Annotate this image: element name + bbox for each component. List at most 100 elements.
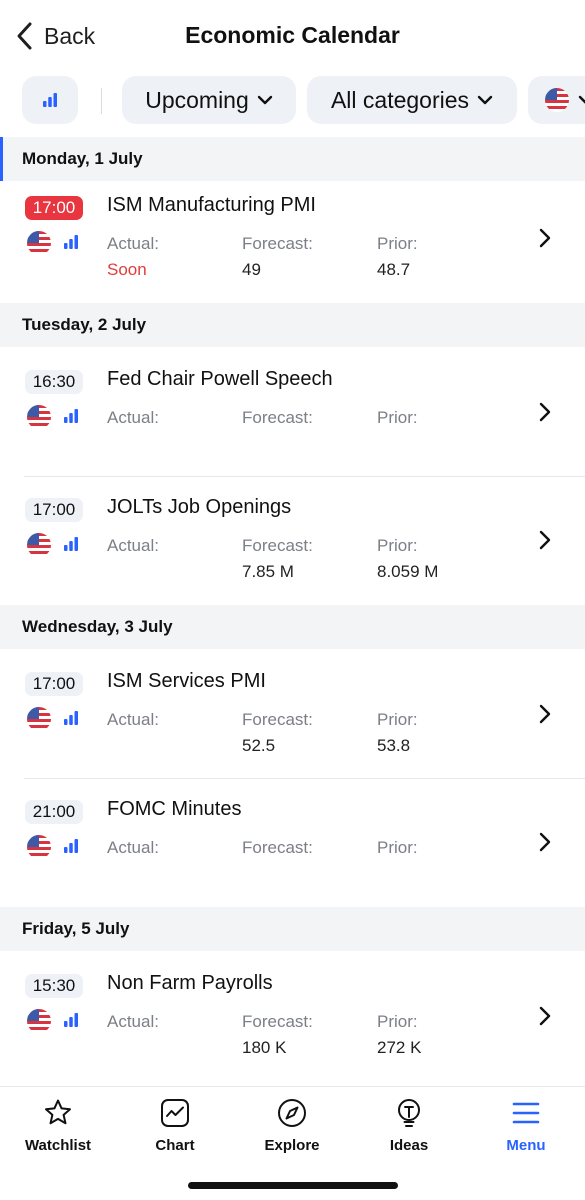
- chevron-right-icon: [539, 1006, 551, 1026]
- chevron-down-icon: [257, 95, 272, 105]
- importance-bars-icon: [64, 235, 78, 249]
- country-dropdown[interactable]: [528, 76, 585, 124]
- us-flag-icon: [27, 533, 51, 557]
- prior-label: Prior:: [377, 408, 418, 427]
- chevron-down-icon: [477, 95, 493, 105]
- nav-label: Menu: [506, 1137, 546, 1154]
- forecast-label: Forecast:: [242, 710, 313, 729]
- event-name: Fed Chair Powell Speech: [107, 368, 333, 390]
- us-flag-icon: [27, 835, 51, 859]
- chevron-right-icon: [539, 228, 551, 248]
- event-row[interactable]: 17:00 ISM Manufacturing PMI Actual: Fore…: [0, 194, 585, 296]
- compass-icon: [278, 1099, 306, 1127]
- us-flag-icon: [545, 88, 569, 112]
- actual-label: Actual:: [107, 536, 159, 555]
- event-name: ISM Manufacturing PMI: [107, 194, 316, 216]
- period-dropdown[interactable]: Upcoming: [122, 76, 296, 124]
- page-title: Economic Calendar: [185, 22, 400, 48]
- event-name: FOMC Minutes: [107, 798, 242, 820]
- nav-menu[interactable]: Menu: [476, 1097, 576, 1154]
- importance-bars-icon: [64, 839, 78, 853]
- prior-value: 53.8: [377, 736, 411, 755]
- forecast-value: 52.5: [242, 736, 276, 755]
- nav-label: Explore: [264, 1137, 320, 1154]
- day-header: Friday, 5 July: [0, 907, 585, 951]
- forecast-label: Forecast:: [242, 1012, 313, 1031]
- nav-label: Ideas: [389, 1137, 429, 1154]
- period-label: Upcoming: [145, 86, 249, 113]
- actual-label: Actual:: [107, 1012, 159, 1031]
- forecast-value: 7.85 M: [242, 562, 294, 581]
- forecast-value: 49: [242, 260, 261, 279]
- event-time: 17:00: [25, 672, 83, 696]
- forecast-value: 180 K: [242, 1038, 287, 1057]
- importance-bars-icon: [64, 537, 78, 551]
- nav-label: Watchlist: [24, 1137, 92, 1154]
- prior-label: Prior:: [377, 838, 418, 857]
- chevron-down-icon: [578, 95, 585, 104]
- actual-label: Actual:: [107, 710, 159, 729]
- prior-value: 272 K: [377, 1038, 422, 1057]
- nav-chart[interactable]: Chart: [125, 1097, 225, 1154]
- event-time: 21:00: [25, 800, 83, 824]
- categories-label: All categories: [330, 86, 470, 113]
- importance-bars-icon: [64, 409, 78, 423]
- event-row[interactable]: 16:30 Fed Chair Powell Speech Actual: Fo…: [0, 368, 585, 470]
- prior-value: 48.7: [377, 260, 411, 279]
- categories-dropdown[interactable]: All categories: [307, 76, 517, 124]
- prior-label: Prior:: [377, 1012, 418, 1031]
- filter-bar: Upcoming All categories: [0, 76, 585, 126]
- prior-label: Prior:: [377, 536, 418, 555]
- forecast-label: Forecast:: [242, 536, 313, 555]
- day-header: Monday, 1 July: [0, 137, 585, 181]
- event-row[interactable]: 17:00 ISM Services PMI Actual: Forecast:…: [0, 670, 585, 772]
- top-bar: Back Economic Calendar: [0, 0, 585, 72]
- forecast-label: Forecast:: [242, 408, 313, 427]
- nav-ideas[interactable]: Ideas: [359, 1097, 459, 1154]
- event-name: ISM Services PMI: [107, 670, 266, 692]
- chevron-right-icon: [539, 402, 551, 422]
- event-row[interactable]: 21:00 FOMC Minutes Actual: Forecast: Pri…: [0, 798, 585, 900]
- chevron-right-icon: [539, 704, 551, 724]
- actual-value: Soon: [107, 260, 147, 279]
- event-time: 17:00: [25, 196, 83, 220]
- actual-label: Actual:: [107, 838, 159, 857]
- importance-filter-button[interactable]: [22, 76, 78, 124]
- chart-icon: [161, 1099, 189, 1127]
- menu-icon: [512, 1102, 540, 1124]
- prior-label: Prior:: [377, 234, 418, 253]
- importance-bars-icon: [64, 711, 78, 725]
- chevron-right-icon: [539, 832, 551, 852]
- star-icon: [45, 1099, 71, 1125]
- forecast-label: Forecast:: [242, 838, 313, 857]
- home-indicator: [188, 1182, 398, 1189]
- nav-label: Chart: [155, 1137, 195, 1154]
- nav-explore[interactable]: Explore: [242, 1097, 342, 1154]
- event-time: 17:00: [25, 498, 83, 522]
- event-time: 16:30: [25, 370, 83, 394]
- actual-label: Actual:: [107, 408, 159, 427]
- prior-label: Prior:: [377, 710, 418, 729]
- event-row[interactable]: 17:00 JOLTs Job Openings Actual: Forecas…: [0, 496, 585, 598]
- event-row[interactable]: 15:30 Non Farm Payrolls Actual: Forecast…: [0, 972, 585, 1074]
- us-flag-icon: [27, 1009, 51, 1033]
- signal-bars-icon: [43, 93, 57, 107]
- event-name: JOLTs Job Openings: [107, 496, 292, 518]
- prior-value: 8.059 M: [377, 562, 439, 581]
- event-time: 15:30: [25, 974, 83, 998]
- chevron-right-icon: [539, 530, 551, 550]
- nav-watchlist[interactable]: Watchlist: [8, 1097, 108, 1154]
- us-flag-icon: [27, 231, 51, 255]
- row-divider: [24, 476, 585, 477]
- forecast-label: Forecast:: [242, 234, 313, 253]
- event-name: Non Farm Payrolls: [107, 972, 273, 994]
- importance-bars-icon: [64, 1013, 78, 1027]
- actual-label: Actual:: [107, 234, 159, 253]
- us-flag-icon: [27, 707, 51, 731]
- filter-divider: [101, 88, 102, 114]
- row-divider: [24, 778, 585, 779]
- us-flag-icon: [27, 405, 51, 429]
- day-header: Wednesday, 3 July: [0, 605, 585, 649]
- lightbulb-icon: [398, 1099, 420, 1127]
- day-header: Tuesday, 2 July: [0, 303, 585, 347]
